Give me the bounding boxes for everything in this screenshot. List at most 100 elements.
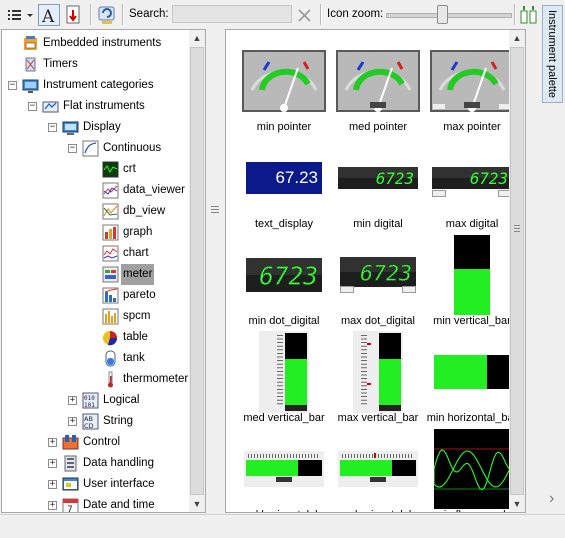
toolbar-separator xyxy=(320,4,322,25)
tree-item-label: data_viewer xyxy=(123,184,186,196)
scroll-up-icon[interactable]: ▲ xyxy=(509,30,525,46)
palette-item-med-vertical-bar[interactable]: med vertical_bar xyxy=(236,331,332,428)
palette-item-min-flow-graph[interactable]: min flow_graph xyxy=(424,428,520,512)
continuous-icon xyxy=(82,140,99,157)
palette-layout-button[interactable] xyxy=(519,4,539,26)
tree-item-display[interactable]: − Display xyxy=(2,117,188,138)
search-input[interactable] xyxy=(172,5,292,23)
tree-item-label: graph xyxy=(123,226,153,238)
tree-item-flat-instruments[interactable]: − Flat instruments xyxy=(2,96,188,117)
categories-icon xyxy=(22,77,39,94)
palette-item-caption: min pointer xyxy=(256,121,312,133)
table-icon xyxy=(102,329,119,346)
expand-icon[interactable]: + xyxy=(68,417,77,426)
tree-item-label: Logical xyxy=(103,394,140,406)
svg-text:7: 7 xyxy=(67,505,73,513)
instrument-preview: 6723 xyxy=(330,137,426,219)
palette-item-max-horizontal-bar[interactable]: max horizontal_bar xyxy=(330,428,426,512)
data-handling-icon xyxy=(62,455,79,472)
tree-item-control[interactable]: + Control xyxy=(2,432,188,453)
collapse-icon[interactable]: − xyxy=(48,123,57,132)
palette-item-text-display[interactable]: 67.23 text_display xyxy=(236,137,332,234)
tree-scroll-thumb[interactable] xyxy=(190,47,204,495)
palette-scroll-thumb[interactable] xyxy=(510,47,524,495)
sort-button[interactable] xyxy=(63,4,85,26)
tree-item-label: meter xyxy=(121,264,155,285)
palette-item-min-horizontal-bar[interactable]: min horizontal_bar xyxy=(424,331,520,428)
db-view-icon xyxy=(102,203,119,220)
expand-icon[interactable]: + xyxy=(68,396,77,405)
font-button[interactable]: A xyxy=(38,4,60,27)
palette-item-med-horizontal-bar[interactable]: med horizontal_bar xyxy=(236,428,332,512)
svg-text:010: 010 xyxy=(84,395,95,402)
tree-item-label: chart xyxy=(123,247,149,259)
tree-item-data-viewer[interactable]: data_viewer xyxy=(2,180,188,201)
tree-item-data-handling[interactable]: + Data handling xyxy=(2,453,188,474)
instrument-preview xyxy=(330,331,426,413)
tree-item-tank[interactable]: tank xyxy=(2,348,188,369)
expand-icon[interactable]: + xyxy=(48,501,57,510)
spcm-icon xyxy=(102,308,119,325)
tree-item-timers[interactable]: Timers xyxy=(2,54,188,75)
tree-item-label: User interface xyxy=(83,478,155,490)
instrument-tree: Embedded instruments Timers − Instrument ca… xyxy=(1,29,206,513)
chevron-right-icon[interactable]: › xyxy=(549,490,554,508)
tree-item-logical[interactable]: +010 101 Logical xyxy=(2,390,188,411)
tree-item-label: Control xyxy=(83,436,121,448)
tree-item-label: Display xyxy=(83,121,121,133)
tree-item-crt[interactable]: crt xyxy=(2,159,188,180)
instrument-palette-tab[interactable]: Instrument palette xyxy=(542,5,563,103)
svg-text:CD: CD xyxy=(84,422,94,430)
embedded-instruments-icon xyxy=(22,35,39,52)
palette-item-min-dot-digital[interactable]: 6723 min dot_digital xyxy=(236,234,332,331)
tree-item-label: Data handling xyxy=(83,457,154,469)
palette-item-min-vertical-bar[interactable]: min vertical_bar xyxy=(424,234,520,331)
tree-item-table[interactable]: table xyxy=(2,327,188,348)
tree-item-user-interface[interactable]: + User interface xyxy=(2,474,188,495)
collapse-icon[interactable]: − xyxy=(28,102,37,111)
tree-item-string[interactable]: + AB CD String xyxy=(2,411,188,432)
scroll-down-icon[interactable]: ▼ xyxy=(189,496,205,512)
tree-item-label: spcm xyxy=(123,310,151,322)
tree-item-label: Instrument categories xyxy=(43,79,154,91)
expand-icon[interactable]: + xyxy=(48,438,57,447)
tree-item-instrument-categories[interactable]: − Instrument categories xyxy=(2,75,188,96)
tree-item-thermometer[interactable]: thermometer xyxy=(2,369,188,390)
icon-zoom-slider[interactable] xyxy=(386,13,512,18)
palette-item-max-dot-digital[interactable]: 6723 max dot_digital xyxy=(330,234,426,331)
control-icon xyxy=(62,434,79,451)
palette-item-min-digital[interactable]: 6723 min digital xyxy=(330,137,426,234)
tree-item-date-and-time[interactable]: +7 Date and time xyxy=(2,495,188,513)
tree-item-label: Flat instruments xyxy=(63,100,145,112)
palette-item-min-pointer[interactable]: min pointer xyxy=(236,40,332,137)
icon-zoom-thumb[interactable] xyxy=(436,5,448,24)
tree-item-continuous[interactable]: − Continuous xyxy=(2,138,188,159)
palette-item-max-digital[interactable]: 6723 max digital xyxy=(424,137,520,234)
tree-item-db-view[interactable]: db_view xyxy=(2,201,188,222)
tree-item-spcm[interactable]: spcm xyxy=(2,306,188,327)
tree-item-label: crt xyxy=(123,163,136,175)
tree-item-embedded-instruments[interactable]: Embedded instruments xyxy=(2,33,188,54)
tree-item-chart[interactable]: chart xyxy=(2,243,188,264)
tree-item-meter[interactable]: meter xyxy=(2,264,188,285)
collapse-icon[interactable]: − xyxy=(8,81,17,90)
tree-scrollbar[interactable]: ▲ ▼ xyxy=(189,30,205,512)
palette-scrollbar[interactable]: ▲ ▼ xyxy=(509,30,525,512)
tree-item-pareto[interactable]: pareto xyxy=(2,285,188,306)
palette-item-max-vertical-bar[interactable]: max vertical_bar xyxy=(330,331,426,428)
palette-item-caption: min digital xyxy=(353,218,403,230)
palette-item-max-pointer[interactable]: max pointer xyxy=(424,40,520,137)
instrument-preview: 6723 xyxy=(330,234,426,316)
expand-icon[interactable]: + xyxy=(48,459,57,468)
scroll-down-icon[interactable]: ▼ xyxy=(509,496,525,512)
expand-icon[interactable]: + xyxy=(48,480,57,489)
list-view-button[interactable] xyxy=(4,4,36,26)
collapse-icon[interactable]: − xyxy=(68,144,77,153)
palette-item-med-pointer[interactable]: med pointer xyxy=(330,40,426,137)
clear-search-button[interactable] xyxy=(295,4,315,26)
pane-splitter[interactable] xyxy=(206,29,224,513)
scroll-up-icon[interactable]: ▲ xyxy=(189,30,205,46)
tree-item-graph[interactable]: graph xyxy=(2,222,188,243)
refresh-button[interactable] xyxy=(96,4,118,26)
palette-item-caption: min dot_digital xyxy=(248,315,320,327)
